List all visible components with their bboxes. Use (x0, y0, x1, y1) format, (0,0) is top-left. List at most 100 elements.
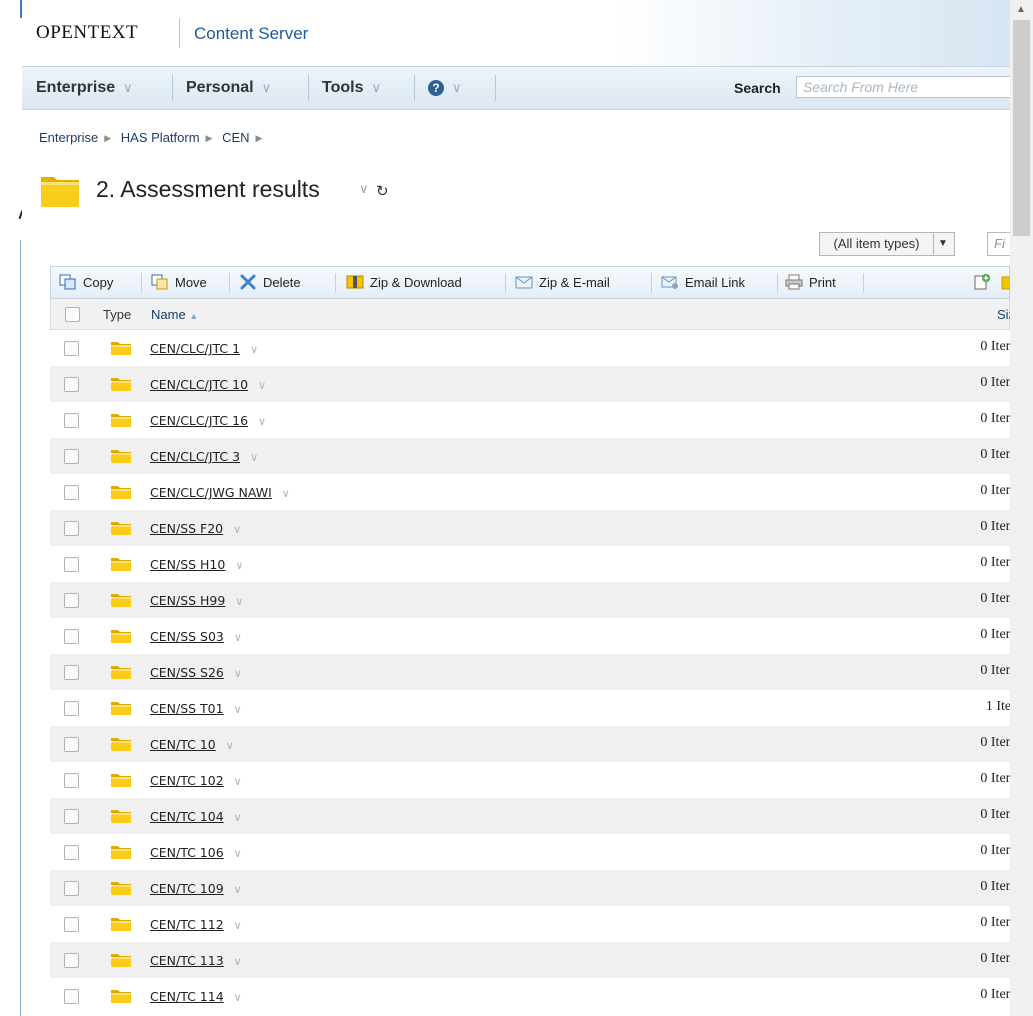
item-menu-chevron-icon[interactable]: ∨ (234, 883, 242, 896)
item-menu-chevron-icon[interactable]: ∨ (234, 955, 242, 968)
item-name-link[interactable]: CEN/CLC/JTC 3 ∨ (150, 449, 258, 464)
table-row[interactable]: CEN/CLC/JTC 16 ∨ 0 Items (50, 402, 1010, 438)
table-row[interactable]: CEN/TC 114 ∨ 0 Items (50, 978, 1010, 1014)
table-row[interactable]: CEN/SS H99 ∨ 0 Items (50, 582, 1010, 618)
table-row[interactable]: CEN/TC 104 ∨ 0 Items (50, 798, 1010, 834)
add-item-button[interactable] (973, 267, 997, 298)
table-row[interactable]: CEN/TC 113 ∨ 0 Items (50, 942, 1010, 978)
print-button[interactable]: Print (785, 267, 836, 298)
table-row[interactable]: CEN/TC 102 ∨ 0 Items (50, 762, 1010, 798)
row-checkbox[interactable] (64, 953, 79, 968)
move-button[interactable]: Move (151, 267, 207, 298)
row-checkbox[interactable] (64, 377, 79, 392)
item-menu-chevron-icon[interactable]: ∨ (258, 415, 266, 428)
item-name-link[interactable]: CEN/TC 114 ∨ (150, 989, 242, 1004)
item-menu-chevron-icon[interactable]: ∨ (234, 847, 242, 860)
row-checkbox[interactable] (64, 449, 79, 464)
table-row[interactable]: CEN/CLC/JTC 3 ∨ 0 Items (50, 438, 1010, 474)
opentext-logo[interactable]: OPENTEXT (36, 22, 138, 44)
row-checkbox[interactable] (64, 485, 79, 500)
item-name-link[interactable]: CEN/TC 10 ∨ (150, 737, 234, 752)
row-checkbox[interactable] (64, 989, 79, 1004)
row-checkbox[interactable] (64, 557, 79, 572)
table-row[interactable]: CEN/CLC/JTC 1 ∨ 0 Items (50, 330, 1010, 366)
title-menu-chevron-icon[interactable]: ∨ (359, 181, 369, 197)
item-name-link[interactable]: CEN/SS F20 ∨ (150, 521, 241, 536)
row-checkbox[interactable] (64, 773, 79, 788)
item-name-link[interactable]: CEN/SS H99 ∨ (150, 593, 243, 608)
item-menu-chevron-icon[interactable]: ∨ (235, 595, 243, 608)
item-name-link[interactable]: CEN/TC 106 ∨ (150, 845, 242, 860)
item-name-link[interactable]: CEN/CLC/JWG NAWI ∨ (150, 485, 290, 500)
folder-action-button[interactable] (1001, 267, 1010, 298)
row-checkbox[interactable] (64, 665, 79, 680)
item-name-link[interactable]: CEN/SS S03 ∨ (150, 629, 242, 644)
email-link-button[interactable]: Email Link (661, 267, 745, 298)
nav-tools[interactable]: Tools ∨ (322, 67, 381, 109)
row-checkbox[interactable] (64, 809, 79, 824)
col-size-header[interactable]: Siz (997, 307, 1010, 322)
item-menu-chevron-icon[interactable]: ∨ (234, 919, 242, 932)
item-menu-chevron-icon[interactable]: ∨ (234, 811, 242, 824)
item-menu-chevron-icon[interactable]: ∨ (234, 667, 242, 680)
item-type-select[interactable]: (All item types) ▼ (819, 232, 955, 256)
item-menu-chevron-icon[interactable]: ∨ (234, 991, 242, 1004)
breadcrumb-has-platform[interactable]: HAS Platform (121, 130, 200, 145)
row-checkbox[interactable] (64, 881, 79, 896)
breadcrumb-cen[interactable]: CEN (222, 130, 249, 145)
breadcrumb-enterprise[interactable]: Enterprise (39, 130, 98, 145)
item-name-link[interactable]: CEN/SS S26 ∨ (150, 665, 242, 680)
table-row[interactable]: CEN/SS T01 ∨ 1 Item (50, 690, 1010, 726)
zip-download-button[interactable]: Zip & Download (346, 267, 462, 298)
item-menu-chevron-icon[interactable]: ∨ (234, 703, 242, 716)
table-row[interactable]: CEN/TC 10 ∨ 0 Items (50, 726, 1010, 762)
delete-button[interactable]: Delete (239, 267, 301, 298)
item-name-link[interactable]: CEN/TC 112 ∨ (150, 917, 242, 932)
item-name-link[interactable]: CEN/CLC/JTC 1 ∨ (150, 341, 258, 356)
row-checkbox[interactable] (64, 701, 79, 716)
item-menu-chevron-icon[interactable]: ∨ (234, 775, 242, 788)
row-checkbox[interactable] (64, 593, 79, 608)
table-row[interactable]: CEN/TC 106 ∨ 0 Items (50, 834, 1010, 870)
row-checkbox[interactable] (64, 521, 79, 536)
item-menu-chevron-icon[interactable]: ∨ (282, 487, 290, 500)
select-all-checkbox[interactable] (65, 307, 80, 322)
item-menu-chevron-icon[interactable]: ∨ (235, 559, 243, 572)
item-name-link[interactable]: CEN/TC 113 ∨ (150, 953, 242, 968)
row-checkbox[interactable] (64, 341, 79, 356)
row-checkbox[interactable] (64, 413, 79, 428)
table-row[interactable]: CEN/SS H10 ∨ 0 Items (50, 546, 1010, 582)
refresh-icon[interactable]: ↻ (376, 182, 389, 200)
nav-enterprise[interactable]: Enterprise ∨ (36, 67, 133, 109)
row-checkbox[interactable] (64, 917, 79, 932)
row-checkbox[interactable] (64, 629, 79, 644)
col-type-header[interactable]: Type (103, 307, 131, 322)
vertical-scrollbar[interactable]: ▲ (1010, 0, 1033, 1016)
filter-input[interactable]: Fi (987, 232, 1010, 256)
item-menu-chevron-icon[interactable]: ∨ (250, 451, 258, 464)
nav-personal[interactable]: Personal ∨ (186, 67, 271, 109)
item-name-link[interactable]: CEN/SS T01 ∨ (150, 701, 242, 716)
item-name-link[interactable]: CEN/CLC/JTC 16 ∨ (150, 413, 266, 428)
table-row[interactable]: CEN/TC 112 ∨ 0 Items (50, 906, 1010, 942)
zip-email-button[interactable]: Zip & E-mail (515, 267, 610, 298)
scroll-up-arrow-icon[interactable]: ▲ (1016, 4, 1026, 15)
copy-button[interactable]: Copy (59, 267, 113, 298)
item-menu-chevron-icon[interactable]: ∨ (233, 523, 241, 536)
item-menu-chevron-icon[interactable]: ∨ (258, 379, 266, 392)
table-row[interactable]: CEN/CLC/JTC 10 ∨ 0 Items (50, 366, 1010, 402)
item-menu-chevron-icon[interactable]: ∨ (234, 631, 242, 644)
nav-help[interactable]: ? ∨ (428, 67, 462, 109)
item-name-link[interactable]: CEN/TC 109 ∨ (150, 881, 242, 896)
item-menu-chevron-icon[interactable]: ∨ (250, 343, 258, 356)
search-input[interactable] (796, 76, 1010, 98)
table-row[interactable]: CEN/TC 109 ∨ 0 Items (50, 870, 1010, 906)
table-row[interactable]: CEN/CLC/JWG NAWI ∨ 0 Items (50, 474, 1010, 510)
item-name-link[interactable]: CEN/TC 104 ∨ (150, 809, 242, 824)
item-name-link[interactable]: CEN/TC 102 ∨ (150, 773, 242, 788)
row-checkbox[interactable] (64, 737, 79, 752)
item-name-link[interactable]: CEN/CLC/JTC 10 ∨ (150, 377, 266, 392)
item-menu-chevron-icon[interactable]: ∨ (226, 739, 234, 752)
table-row[interactable]: CEN/SS S26 ∨ 0 Items (50, 654, 1010, 690)
col-name-header[interactable]: Name ▲ (151, 307, 198, 322)
